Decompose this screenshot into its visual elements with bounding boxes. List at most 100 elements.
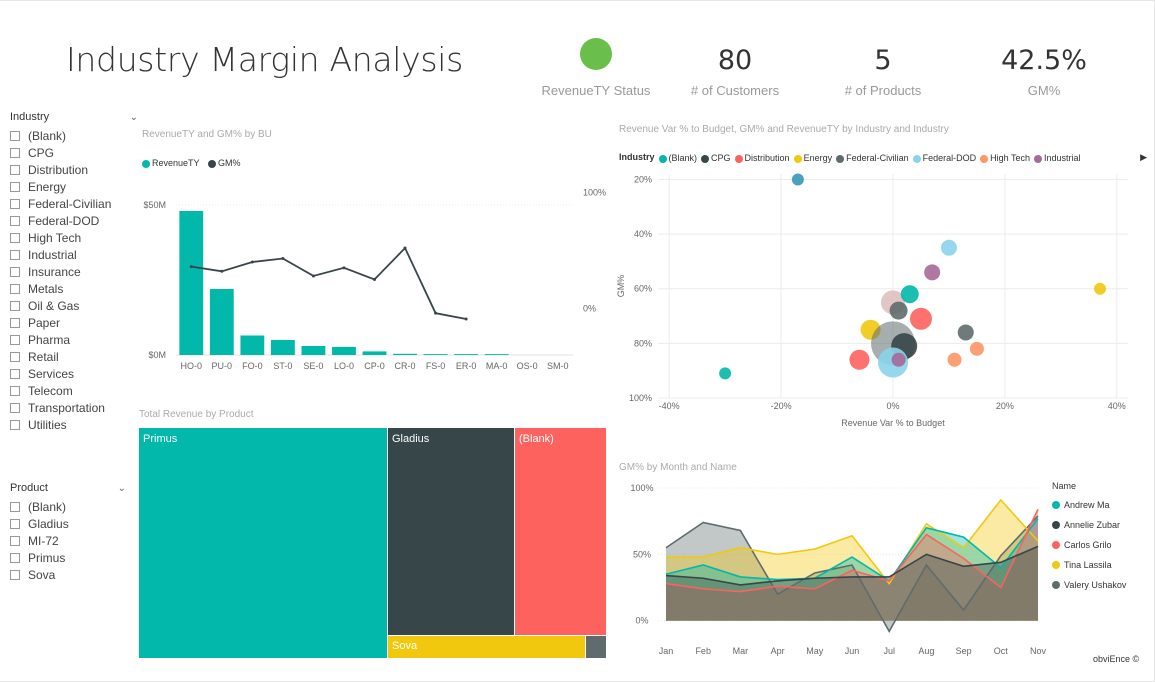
gm-point[interactable] xyxy=(250,260,254,264)
combo-chart[interactable]: $50M $0M 100% 0% HO-0 PU-0 FO-0 ST-0 SE-0 LO-0 CP-… xyxy=(138,165,608,380)
scatter-point[interactable] xyxy=(849,349,870,370)
slicer-item[interactable]: Transportation xyxy=(10,399,138,416)
gm-point[interactable] xyxy=(403,246,407,250)
slicer-item[interactable]: (Blank) xyxy=(10,127,138,144)
slicer-item[interactable]: Sova xyxy=(10,566,126,583)
scatter-point[interactable] xyxy=(791,173,804,186)
treemap-tile-blank[interactable]: (Blank) xyxy=(515,428,606,635)
checkbox[interactable] xyxy=(10,334,20,345)
gm-point[interactable] xyxy=(342,266,346,270)
gm-point[interactable] xyxy=(281,257,285,261)
checkbox[interactable] xyxy=(10,368,20,379)
combo-chart-title: RevenueTY and GM% by BU xyxy=(142,129,272,140)
checkbox[interactable] xyxy=(10,351,20,362)
slicer-item[interactable]: Insurance xyxy=(10,263,138,280)
slicer-item[interactable]: (Blank) xyxy=(10,498,126,515)
scatter-point[interactable] xyxy=(947,352,962,367)
legend-item[interactable]: Tina Lassila xyxy=(1052,555,1152,575)
gm-point[interactable] xyxy=(220,269,224,273)
checkbox[interactable] xyxy=(10,518,20,529)
bar-cp-0[interactable] xyxy=(362,351,387,355)
checkbox[interactable] xyxy=(10,552,20,563)
bar-fs-0[interactable] xyxy=(423,354,448,355)
scatter-point[interactable] xyxy=(891,352,906,367)
treemap-tile-primus[interactable]: Primus xyxy=(139,428,387,658)
slicer-item[interactable]: Gladius xyxy=(10,515,126,532)
legend-item[interactable]: Carlos Grilo xyxy=(1052,535,1152,555)
checkbox[interactable] xyxy=(10,198,20,209)
slicer-item[interactable]: Industrial xyxy=(10,246,138,263)
checkbox[interactable] xyxy=(10,232,20,243)
x-tick-label: PU-0 xyxy=(212,361,233,371)
chevron-down-icon[interactable]: ⌄ xyxy=(118,483,126,494)
scatter-point[interactable] xyxy=(957,324,974,341)
checkbox[interactable] xyxy=(10,501,20,512)
checkbox[interactable] xyxy=(10,147,20,158)
slicer-item[interactable]: Paper xyxy=(10,314,138,331)
bar-fo-0[interactable] xyxy=(240,335,265,356)
bar-er-0[interactable] xyxy=(454,354,479,355)
slicer-item[interactable]: Retail xyxy=(10,348,138,365)
scatter-point[interactable] xyxy=(909,307,932,330)
slicer-item[interactable]: Distribution xyxy=(10,161,138,178)
slicer-item[interactable]: MI-72 xyxy=(10,532,126,549)
slicer-item[interactable]: Primus xyxy=(10,549,126,566)
slicer-item[interactable]: High Tech xyxy=(10,229,138,246)
checkbox[interactable] xyxy=(10,249,20,260)
legend-item[interactable]: Annelie Zubar xyxy=(1052,515,1152,535)
bar-ma-0[interactable] xyxy=(484,354,509,355)
slicer-item[interactable]: CPG xyxy=(10,144,138,161)
bar-st-0[interactable] xyxy=(270,340,295,355)
gm-point[interactable] xyxy=(189,265,193,269)
scatter-point[interactable] xyxy=(719,367,732,380)
scatter-point[interactable] xyxy=(969,341,984,356)
scatter-point[interactable] xyxy=(900,285,919,304)
slicer-item[interactable]: Pharma xyxy=(10,331,138,348)
legend-item[interactable]: Andrew Ma xyxy=(1052,495,1152,515)
scatter-point[interactable] xyxy=(1094,282,1107,295)
slicer-item[interactable]: Federal-DOD xyxy=(10,212,138,229)
checkbox[interactable] xyxy=(10,402,20,413)
chevron-down-icon[interactable]: ⌄ xyxy=(130,112,138,123)
slicer-item[interactable]: Energy xyxy=(10,178,138,195)
slicer-item[interactable]: Oil & Gas xyxy=(10,297,138,314)
checkbox[interactable] xyxy=(10,283,20,294)
bar-se-0[interactable] xyxy=(301,346,326,355)
checkbox[interactable] xyxy=(10,535,20,546)
checkbox[interactable] xyxy=(10,569,20,580)
scatter-point[interactable] xyxy=(924,264,941,281)
scatter-point[interactable] xyxy=(889,301,908,320)
bar-cr-0[interactable] xyxy=(393,353,417,355)
treemap[interactable]: Primus Gladius (Blank) Sova xyxy=(139,428,606,658)
checkbox[interactable] xyxy=(10,300,20,311)
checkbox[interactable] xyxy=(10,215,20,226)
bar-ho-0[interactable] xyxy=(179,211,204,355)
checkbox[interactable] xyxy=(10,385,20,396)
area-chart[interactable]: 0% 50% 100% Jan Feb Mar Apr May Jun Jul Aug Sep Oct N… xyxy=(612,476,1052,662)
slicer-item[interactable]: Telecom xyxy=(10,382,138,399)
slicer-item[interactable]: Federal-Civilian xyxy=(10,195,138,212)
gm-point[interactable] xyxy=(464,317,468,321)
gm-point[interactable] xyxy=(373,277,376,281)
slicer-item[interactable]: Utilities xyxy=(10,416,138,433)
bar-pu-0[interactable] xyxy=(209,289,234,355)
treemap-tile-gladius[interactable]: Gladius xyxy=(388,428,514,635)
checkbox[interactable] xyxy=(10,317,20,328)
gm-point[interactable] xyxy=(434,311,438,315)
checkbox[interactable] xyxy=(10,164,20,175)
scatter-point[interactable] xyxy=(940,239,957,256)
checkbox[interactable] xyxy=(10,266,20,277)
scatter-chart[interactable]: -40% -20% 0% 20% 40% 100% 80% 60% 40% 20% Revenue … xyxy=(612,160,1147,435)
bar-lo-0[interactable] xyxy=(332,346,356,355)
x-tick-label: CR-0 xyxy=(395,361,416,371)
checkbox[interactable] xyxy=(10,130,20,141)
treemap-tile-sova[interactable]: Sova xyxy=(388,636,585,658)
legend-item[interactable]: Valery Ushakov xyxy=(1052,575,1152,595)
checkbox[interactable] xyxy=(10,181,20,192)
slicer-item[interactable]: Services xyxy=(10,365,138,382)
checkbox[interactable] xyxy=(10,419,20,430)
gm-point[interactable] xyxy=(311,274,315,278)
treemap-tile-mi72[interactable] xyxy=(586,636,606,658)
y-tick-label: 60% xyxy=(634,284,652,294)
slicer-item[interactable]: Metals xyxy=(10,280,138,297)
